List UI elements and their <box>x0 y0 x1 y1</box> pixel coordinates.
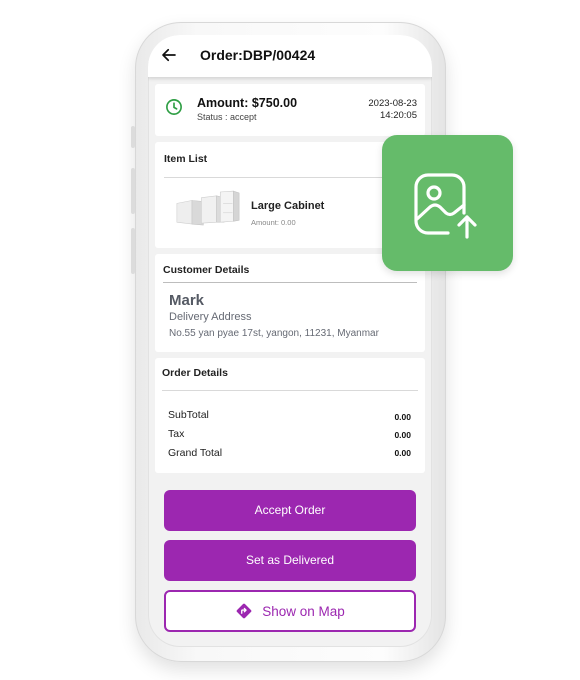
order-amount: Amount: $750.00 <box>197 96 298 110</box>
customer-name: Mark <box>169 292 205 309</box>
app-screen: Order:DBP/00424 Amount: $750.00 Status :… <box>148 35 432 647</box>
customer-details-title: Customer Details <box>163 264 250 276</box>
order-details-title: Order Details <box>162 367 228 379</box>
item-amount: Amount: 0.00 <box>251 218 296 227</box>
clock-icon <box>166 99 182 115</box>
accept-order-button[interactable]: Accept Order <box>164 490 416 531</box>
item-name: Large Cabinet <box>251 200 325 212</box>
grand-total-label: Grand Total <box>168 447 223 459</box>
cabinet-image <box>176 190 240 226</box>
tax-value: 0.00 <box>394 430 411 440</box>
order-date: 2023-08-23 <box>368 98 417 109</box>
delivery-address-label: Delivery Address <box>169 311 252 323</box>
divider <box>163 282 417 283</box>
image-upload-badge[interactable] <box>382 135 513 271</box>
phone-side-button <box>131 228 135 274</box>
subtotal-label: SubTotal <box>168 409 209 421</box>
tax-label: Tax <box>168 428 185 440</box>
divider <box>162 390 418 391</box>
phone-side-button <box>131 168 135 214</box>
set-delivered-button[interactable]: Set as Delivered <box>164 540 416 581</box>
show-on-map-button[interactable]: Show on Map <box>164 590 416 632</box>
directions-icon <box>236 603 252 619</box>
grand-total-value: 0.00 <box>394 448 411 458</box>
order-time: 14:20:05 <box>380 110 417 121</box>
order-summary-card: Amount: $750.00 Status : accept 2023-08-… <box>155 84 425 136</box>
show-on-map-label: Show on Map <box>262 603 345 619</box>
phone-side-button <box>131 126 135 148</box>
page-title: Order:DBP/00424 <box>200 47 316 63</box>
order-status: Status : accept <box>197 112 257 122</box>
customer-details-card: Customer Details Mark Delivery Address N… <box>155 254 425 352</box>
subtotal-value: 0.00 <box>394 412 411 422</box>
delivery-address: No.55 yan pyae 17st, yangon, 11231, Myan… <box>169 328 379 339</box>
order-timestamp: 2023-08-23 14:20:05 <box>368 98 417 122</box>
item-list-title: Item List <box>164 153 208 165</box>
arrow-left-icon[interactable] <box>160 46 178 64</box>
image-upload-icon <box>414 173 477 239</box>
app-bar: Order:DBP/00424 <box>148 35 432 77</box>
order-details-card: Order Details SubTotal 0.00 Tax 0.00 Gra… <box>155 358 425 473</box>
